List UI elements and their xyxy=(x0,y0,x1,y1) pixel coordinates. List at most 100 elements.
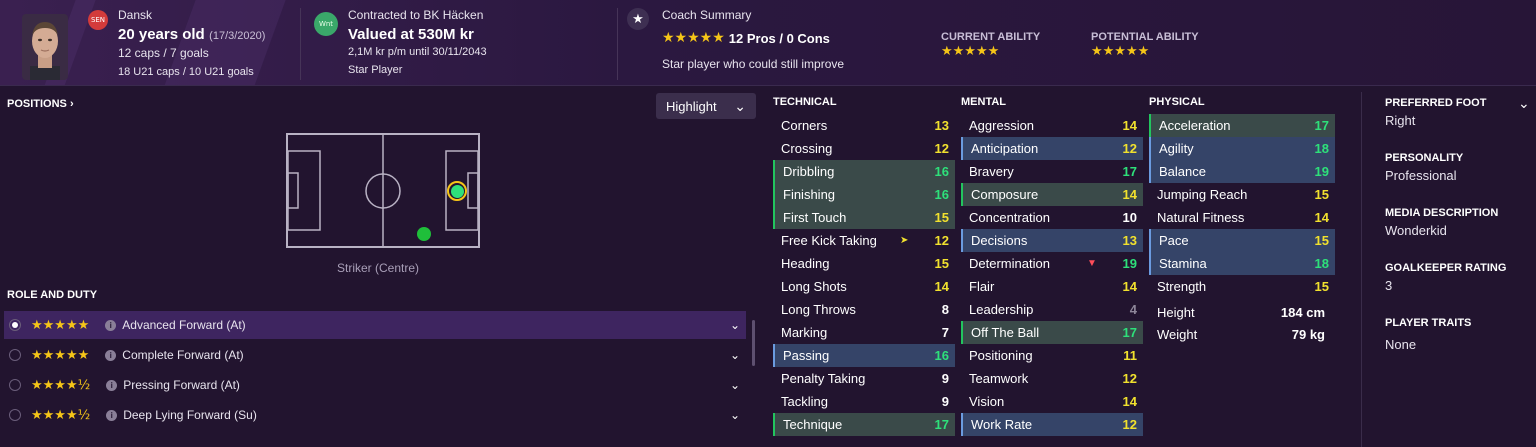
attribute-row[interactable]: Long Shots 14 xyxy=(773,275,955,298)
attribute-value: 14 xyxy=(1122,279,1137,294)
attribute-row[interactable]: Pace 15 xyxy=(1149,229,1335,252)
attribute-name: Dribbling xyxy=(783,164,835,179)
attribute-row[interactable]: Dribbling 16 xyxy=(773,160,955,183)
coach-rating: ★★★★★ 12 Pros / 0 Cons xyxy=(662,30,830,46)
chevron-down-icon[interactable]: ⌄ xyxy=(730,408,740,422)
attribute-value: 10 xyxy=(1122,210,1137,225)
nation-flag-icon[interactable]: SEN xyxy=(88,10,108,30)
attribute-row[interactable]: First Touch 15 xyxy=(773,206,955,229)
highlight-dropdown[interactable]: Highlight ⌄ xyxy=(656,93,756,119)
attribute-value: 19 xyxy=(1122,256,1137,271)
u21-caps: 18 U21 caps / 10 U21 goals xyxy=(118,66,254,78)
attribute-row[interactable]: Marking 7 xyxy=(773,321,955,344)
attribute-row[interactable]: Technique 17 xyxy=(773,413,955,436)
attribute-row[interactable]: Balance 19 xyxy=(1149,160,1335,183)
attribute-row[interactable]: Flair 14 xyxy=(961,275,1143,298)
coach-summary-title[interactable]: Coach Summary xyxy=(662,8,751,22)
attribute-row[interactable]: Heading 15 xyxy=(773,252,955,275)
goalkeeper-rating-block: GOALKEEPER RATING 3 xyxy=(1385,262,1506,293)
pros-cons: 12 Pros / 0 Cons xyxy=(728,30,830,46)
attribute-row[interactable]: Composure 14 xyxy=(961,183,1143,206)
attribute-row[interactable]: Leadership 4 xyxy=(961,298,1143,321)
secondary-position-marker[interactable] xyxy=(417,227,431,241)
attribute-name: Long Shots xyxy=(781,279,847,294)
role-row[interactable]: ★★★★½ i Pressing Forward (At) ⌄ xyxy=(4,371,746,399)
personality-block: PERSONALITY Professional xyxy=(1385,152,1463,183)
role-label: Advanced Forward (At) xyxy=(122,318,246,332)
goalkeeper-rating-value: 3 xyxy=(1385,278,1393,293)
info-icon[interactable]: i xyxy=(105,319,117,331)
club-badge-icon[interactable]: Wnt xyxy=(314,12,338,36)
preferred-foot-label: PREFERRED FOOT xyxy=(1385,97,1487,109)
attribute-name: Concentration xyxy=(969,210,1050,225)
attribute-row[interactable]: Strength 15 xyxy=(1149,275,1335,298)
nationality[interactable]: Dansk xyxy=(118,8,152,22)
role-radio[interactable] xyxy=(9,319,21,331)
attribute-row[interactable]: Off The Ball 17 xyxy=(961,321,1143,344)
chevron-down-icon[interactable]: ⌄ xyxy=(1518,96,1530,110)
attribute-row[interactable]: Agility 18 xyxy=(1149,137,1335,160)
chevron-down-icon[interactable]: ⌄ xyxy=(730,378,740,392)
natural-position-marker[interactable] xyxy=(447,181,467,201)
attribute-value: 19 xyxy=(1314,164,1329,179)
attribute-row[interactable]: Passing 16 xyxy=(773,344,955,367)
measure-value: 184 cm xyxy=(1280,304,1325,320)
media-description-block: MEDIA DESCRIPTION Wonderkid xyxy=(1385,207,1498,238)
attribute-row[interactable]: Concentration 10 xyxy=(961,206,1143,229)
attribute-row[interactable]: Decisions 13 xyxy=(961,229,1143,252)
role-row[interactable]: ★★★★★ i Advanced Forward (At) ⌄ xyxy=(4,311,746,339)
attribute-row[interactable]: Long Throws 8 xyxy=(773,298,955,321)
attribute-row[interactable]: Penalty Taking 9 xyxy=(773,367,955,390)
attribute-name: Finishing xyxy=(783,187,836,202)
info-icon[interactable]: i xyxy=(106,409,118,421)
positions-title[interactable]: POSITIONS › xyxy=(7,98,74,110)
star-icon: ★ xyxy=(627,8,649,30)
role-radio[interactable] xyxy=(9,409,21,421)
role-radio[interactable] xyxy=(9,379,21,391)
attribute-row[interactable]: Vision 14 xyxy=(961,390,1143,413)
attribute-row[interactable]: Corners 13 xyxy=(773,114,955,137)
info-icon[interactable]: i xyxy=(105,349,117,361)
attribute-name: Composure xyxy=(971,187,1039,202)
attribute-row[interactable]: Finishing 16 xyxy=(773,183,955,206)
attribute-name: Long Throws xyxy=(781,302,856,317)
attribute-row[interactable]: Determination ▼ 19 xyxy=(961,252,1143,275)
chevron-down-icon[interactable]: ⌄ xyxy=(730,348,740,362)
weight-row: Weight 79 kg xyxy=(1149,323,1335,345)
attribute-row[interactable]: Natural Fitness 14 xyxy=(1149,206,1335,229)
position-pitch[interactable] xyxy=(286,133,480,248)
squad-status: Star Player xyxy=(348,64,403,76)
attribute-value: 12 xyxy=(1122,371,1137,386)
attribute-name: Natural Fitness xyxy=(1157,210,1245,225)
attribute-value: 15 xyxy=(934,210,949,225)
attribute-row[interactable]: Positioning 11 xyxy=(961,344,1143,367)
attribute-row[interactable]: Tackling 9 xyxy=(773,390,955,413)
attribute-row[interactable]: Teamwork 12 xyxy=(961,367,1143,390)
attribute-row[interactable]: Jumping Reach 15 xyxy=(1149,183,1335,206)
attribute-value: 14 xyxy=(1122,394,1137,409)
attribute-row[interactable]: Anticipation 12 xyxy=(961,137,1143,160)
position-caption: Striker (Centre) xyxy=(337,261,420,275)
role-radio[interactable] xyxy=(9,349,21,361)
attribute-row[interactable]: Bravery 17 xyxy=(961,160,1143,183)
attribute-row[interactable]: Aggression 14 xyxy=(961,114,1143,137)
mental-attributes: MENTAL Aggression 14 Anticipation 12 Brave… xyxy=(961,96,1143,436)
role-row[interactable]: ★★★★½ i Deep Lying Forward (Su) ⌄ xyxy=(4,401,746,429)
contract-club[interactable]: Contracted to BK Häcken xyxy=(348,8,483,22)
attribute-row[interactable]: Stamina 18 xyxy=(1149,252,1335,275)
attribute-name: Determination xyxy=(969,256,1050,271)
chevron-down-icon[interactable]: ⌄ xyxy=(730,318,740,332)
attribute-row[interactable]: Crossing 12 xyxy=(773,137,955,160)
attribute-row[interactable]: Acceleration 17 xyxy=(1149,114,1335,137)
info-icon[interactable]: i xyxy=(106,379,118,391)
measure-label: Weight xyxy=(1157,326,1198,342)
attribute-name: Work Rate xyxy=(971,417,1033,432)
attribute-name: Teamwork xyxy=(969,371,1029,386)
roles-scrollbar[interactable] xyxy=(752,320,755,366)
role-label: Complete Forward (At) xyxy=(122,348,244,362)
attribute-name: Leadership xyxy=(969,302,1034,317)
attribute-value: 17 xyxy=(1122,325,1137,340)
attribute-row[interactable]: Free Kick Taking ➤ 12 xyxy=(773,229,955,252)
attribute-row[interactable]: Work Rate 12 xyxy=(961,413,1143,436)
role-row[interactable]: ★★★★★ i Complete Forward (At) ⌄ xyxy=(4,341,746,369)
